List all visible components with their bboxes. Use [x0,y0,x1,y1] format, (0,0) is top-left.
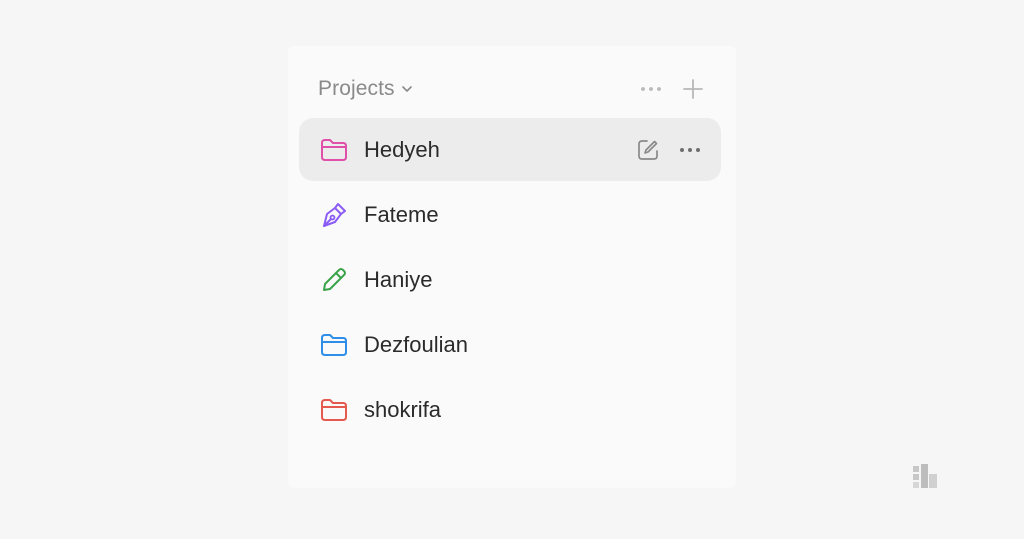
more-horizontal-icon [641,87,661,91]
plus-icon [683,79,703,99]
add-project-button[interactable] [680,76,706,102]
folder-icon [319,395,349,425]
project-item-hedyeh[interactable]: Hedyeh [299,118,721,181]
folder-icon [319,135,349,165]
projects-section-toggle[interactable]: Projects [318,77,414,101]
project-item-dezfoulian[interactable]: Dezfoulian [299,313,721,376]
project-label: Fateme [364,201,439,227]
projects-panel: Projects Hedyeh Fateme Haniye Dezfoulian… [288,46,736,488]
project-label: Dezfoulian [364,331,468,357]
pen-nib-icon [319,200,349,230]
chevron-down-icon [400,82,414,96]
project-label: Haniye [364,266,433,292]
project-item-shokrifa[interactable]: shokrifa [299,378,721,441]
pencil-icon [319,265,349,295]
folder-icon [319,330,349,360]
project-label: shokrifa [364,396,442,422]
project-more-button[interactable] [677,137,703,163]
project-item-fateme[interactable]: Fateme [299,183,721,246]
project-item-haniye[interactable]: Haniye [299,248,721,311]
projects-header: Projects [318,74,714,104]
project-label: Hedyeh [364,136,440,162]
project-list: Hedyeh Fateme Haniye Dezfoulian shokrifa [299,118,721,443]
edit-project-button[interactable] [635,137,661,163]
projects-section-title: Projects [318,77,395,100]
section-more-button[interactable] [638,76,664,102]
more-horizontal-icon [680,147,700,152]
app-logo-icon [911,462,939,490]
edit-icon [638,139,658,160]
